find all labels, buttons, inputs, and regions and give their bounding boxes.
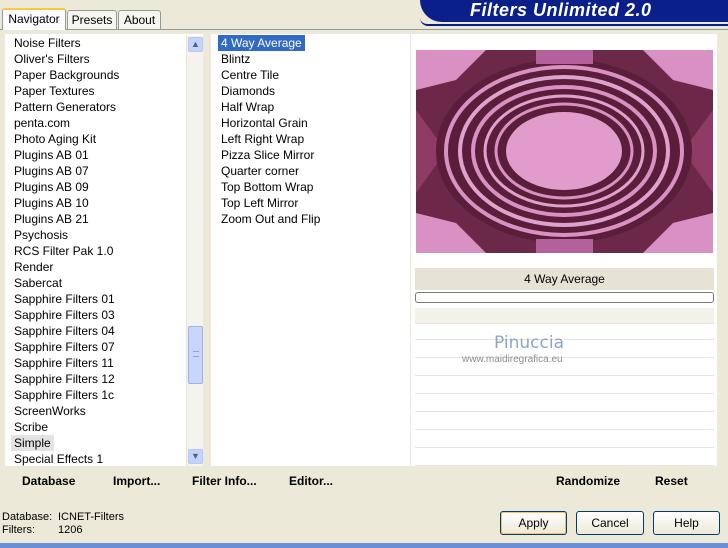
- reset-button[interactable]: Reset: [655, 473, 688, 489]
- watermark-url: www.maidiregrafica.eu: [462, 354, 563, 365]
- filter-item[interactable]: Top Bottom Wrap: [218, 179, 316, 195]
- status-database: Database: ICNET-Filters: [2, 511, 124, 523]
- category-item[interactable]: Plugins AB 01: [11, 147, 92, 163]
- filter-item[interactable]: 4 Way Average: [217, 34, 306, 52]
- scroll-down-icon[interactable]: ▼: [188, 449, 203, 464]
- category-item[interactable]: Render: [11, 259, 56, 275]
- category-item[interactable]: Pattern Generators: [11, 99, 119, 115]
- filter-item[interactable]: Quarter corner: [218, 163, 302, 179]
- tab-panel-border: [0, 29, 728, 30]
- filter-item[interactable]: Top Left Mirror: [218, 195, 301, 211]
- randomize-button[interactable]: Randomize: [556, 473, 620, 489]
- category-item[interactable]: Plugins AB 09: [11, 179, 92, 195]
- category-list[interactable]: Noise Filters Oliver's Filters Paper Backg…: [5, 34, 203, 466]
- status-filters-value: 1206: [58, 524, 83, 536]
- tab-about[interactable]: About: [118, 10, 161, 29]
- filter-item[interactable]: Half Wrap: [218, 99, 277, 115]
- app-title: Filters Unlimited 2.0: [470, 0, 652, 20]
- editor-button[interactable]: Editor...: [289, 473, 333, 489]
- filter-list[interactable]: 4 Way Average Blintz Centre Tile Diamonds Ha…: [211, 34, 410, 466]
- category-item[interactable]: Noise Filters: [11, 35, 84, 51]
- status-database-value: ICNET-Filters: [58, 511, 124, 523]
- category-item[interactable]: Sapphire Filters 04: [11, 323, 118, 339]
- parameter-row: [415, 308, 714, 324]
- filter-preview-image: [416, 50, 713, 253]
- watermark-name: Pinuccia: [494, 333, 564, 353]
- preview-filter-name: 4 Way Average: [415, 268, 714, 290]
- category-item[interactable]: Sapphire Filters 11: [11, 355, 117, 371]
- category-item[interactable]: Plugins AB 21: [11, 211, 92, 227]
- parameter-row: [415, 414, 714, 430]
- bottom-border: [0, 543, 728, 548]
- tab-presets[interactable]: Presets: [67, 10, 117, 29]
- filter-item[interactable]: Pizza Slice Mirror: [218, 147, 317, 163]
- category-item[interactable]: ScreenWorks: [11, 403, 89, 419]
- category-item[interactable]: Sabercat: [11, 275, 65, 291]
- category-item[interactable]: Sapphire Filters 03: [11, 307, 118, 323]
- database-button[interactable]: Database: [22, 473, 75, 489]
- filter-item[interactable]: Horizontal Grain: [218, 115, 311, 131]
- category-item[interactable]: Oliver's Filters: [11, 51, 93, 67]
- parameter-row: [415, 378, 714, 394]
- parameter-row: [415, 432, 714, 448]
- status-filters: Filters: 1206: [2, 524, 82, 536]
- category-scrollbar[interactable]: ▲ ▼: [186, 36, 203, 466]
- help-button[interactable]: Help: [653, 511, 720, 535]
- filter-item[interactable]: Blintz: [218, 51, 253, 67]
- filter-item[interactable]: Diamonds: [218, 83, 278, 99]
- category-item[interactable]: Special Effects 1: [11, 451, 106, 467]
- tab-navigator[interactable]: Navigator: [2, 8, 66, 30]
- category-item[interactable]: Sapphire Filters 07: [11, 339, 118, 355]
- status-database-label: Database:: [2, 511, 53, 523]
- filter-item[interactable]: Centre Tile: [218, 67, 282, 83]
- category-item[interactable]: Paper Textures: [11, 83, 98, 99]
- import-button[interactable]: Import...: [113, 473, 160, 489]
- progress-bar: [415, 292, 714, 303]
- scrollbar-thumb[interactable]: [188, 326, 203, 384]
- status-filters-label: Filters:: [2, 524, 35, 536]
- category-item[interactable]: Photo Aging Kit: [11, 131, 99, 147]
- category-item[interactable]: Sapphire Filters 12: [11, 371, 118, 387]
- category-item[interactable]: Sapphire Filters 1c: [11, 387, 117, 403]
- filter-info-button[interactable]: Filter Info...: [192, 473, 257, 489]
- category-item[interactable]: Plugins AB 10: [11, 195, 92, 211]
- category-item[interactable]: Paper Backgrounds: [11, 67, 122, 83]
- category-item[interactable]: Scribe: [11, 419, 51, 435]
- category-item[interactable]: penta.com: [11, 115, 73, 131]
- filter-item[interactable]: Left Right Wrap: [218, 131, 307, 147]
- scroll-up-icon[interactable]: ▲: [188, 37, 203, 52]
- parameter-row: [415, 450, 714, 466]
- category-item[interactable]: Plugins AB 07: [11, 163, 92, 179]
- parameter-row: [415, 396, 714, 412]
- category-item[interactable]: RCS Filter Pak 1.0: [11, 243, 116, 259]
- apply-button[interactable]: Apply: [500, 511, 567, 535]
- category-item[interactable]: Simple: [11, 435, 54, 451]
- cancel-button[interactable]: Cancel: [576, 511, 644, 535]
- category-item[interactable]: Psychosis: [11, 227, 71, 243]
- category-item[interactable]: Sapphire Filters 01: [11, 291, 118, 307]
- filter-item[interactable]: Zoom Out and Flip: [218, 211, 323, 227]
